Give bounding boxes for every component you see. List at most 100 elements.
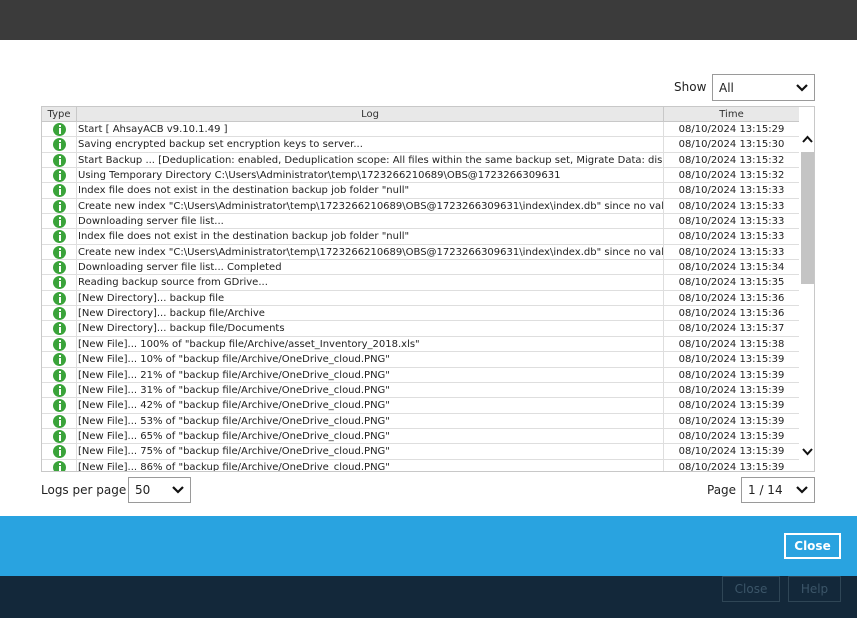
info-icon bbox=[53, 445, 66, 458]
info-icon bbox=[53, 430, 66, 443]
info-icon bbox=[53, 276, 66, 289]
log-time-cell: 08/10/2024 13:15:33 bbox=[664, 214, 799, 229]
scrollbar-thumb[interactable] bbox=[801, 152, 814, 284]
log-time-cell: 08/10/2024 13:15:38 bbox=[664, 337, 799, 352]
column-header-time[interactable]: Time bbox=[664, 107, 799, 122]
table-row[interactable]: [New File]... 42% of "backup file/Archiv… bbox=[42, 398, 799, 413]
column-header-log[interactable]: Log bbox=[77, 107, 664, 122]
background-help-button: Help bbox=[788, 576, 841, 602]
log-message-cell: Using Temporary Directory C:\Users\Admin… bbox=[77, 168, 664, 183]
log-time-cell: 08/10/2024 13:15:36 bbox=[664, 306, 799, 321]
info-icon bbox=[53, 415, 66, 428]
log-message-cell: [New File]... 65% of "backup file/Archiv… bbox=[77, 429, 664, 444]
table-row[interactable]: Downloading server file list... Complete… bbox=[42, 260, 799, 275]
logs-per-page-select[interactable]: 50 bbox=[128, 477, 191, 503]
table-row[interactable]: Start [ AhsayACB v9.10.1.49 ]08/10/2024 … bbox=[42, 122, 799, 137]
info-icon bbox=[53, 261, 66, 274]
log-type-cell bbox=[42, 214, 77, 229]
log-type-cell bbox=[42, 306, 77, 321]
scroll-up-icon[interactable] bbox=[802, 135, 813, 143]
info-icon bbox=[53, 154, 66, 167]
info-icon bbox=[53, 461, 66, 472]
window-top-bar bbox=[0, 0, 857, 40]
log-type-cell bbox=[42, 321, 77, 336]
table-row[interactable]: Start Backup ... [Deduplication: enabled… bbox=[42, 153, 799, 168]
table-row[interactable]: [New File]... 75% of "backup file/Archiv… bbox=[42, 444, 799, 459]
log-time-cell: 08/10/2024 13:15:33 bbox=[664, 245, 799, 260]
log-time-cell: 08/10/2024 13:15:39 bbox=[664, 429, 799, 444]
log-message-cell: Start [ AhsayACB v9.10.1.49 ] bbox=[77, 122, 664, 137]
log-message-cell: [New File]... 31% of "backup file/Archiv… bbox=[77, 383, 664, 398]
table-row[interactable]: Index file does not exist in the destina… bbox=[42, 229, 799, 244]
chevron-down-icon bbox=[796, 486, 808, 494]
table-row[interactable]: [New File]... 65% of "backup file/Archiv… bbox=[42, 429, 799, 444]
log-type-cell bbox=[42, 122, 77, 137]
log-time-cell: 08/10/2024 13:15:35 bbox=[664, 275, 799, 290]
logs-per-page-value: 50 bbox=[135, 483, 150, 497]
table-row[interactable]: Create new index "C:\Users\Administrator… bbox=[42, 199, 799, 214]
page-label: Page bbox=[707, 483, 736, 497]
table-row[interactable]: [New File]... 31% of "backup file/Archiv… bbox=[42, 383, 799, 398]
log-time-cell: 08/10/2024 13:15:33 bbox=[664, 229, 799, 244]
log-type-cell bbox=[42, 352, 77, 367]
table-row[interactable]: Index file does not exist in the destina… bbox=[42, 183, 799, 198]
table-row[interactable]: [New File]... 100% of "backup file/Archi… bbox=[42, 337, 799, 352]
log-message-cell: Create new index "C:\Users\Administrator… bbox=[77, 199, 664, 214]
log-message-cell: Downloading server file list... bbox=[77, 214, 664, 229]
info-icon bbox=[53, 169, 66, 182]
table-row[interactable]: [New Directory]... backup file/Documents… bbox=[42, 321, 799, 336]
table-row[interactable]: Reading backup source from GDrive...08/1… bbox=[42, 275, 799, 290]
log-message-cell: [New File]... 100% of "backup file/Archi… bbox=[77, 337, 664, 352]
log-type-cell bbox=[42, 414, 77, 429]
logs-per-page-label: Logs per page bbox=[41, 483, 126, 497]
info-icon bbox=[53, 215, 66, 228]
log-time-cell: 08/10/2024 13:15:39 bbox=[664, 352, 799, 367]
log-type-cell bbox=[42, 275, 77, 290]
table-body: Start [ AhsayACB v9.10.1.49 ] 08/10/2024 … bbox=[42, 122, 799, 472]
log-time-cell: 08/10/2024 13:15:32 bbox=[664, 168, 799, 183]
log-message-cell: Index file does not exist in the destina… bbox=[77, 229, 664, 244]
info-icon bbox=[53, 138, 66, 151]
log-time-cell: 08/10/2024 13:15:39 bbox=[664, 414, 799, 429]
log-type-cell bbox=[42, 153, 77, 168]
log-type-cell bbox=[42, 229, 77, 244]
log-time-cell: 08/10/2024 13:15:39 bbox=[664, 383, 799, 398]
table-row[interactable]: Using Temporary Directory C:\Users\Admin… bbox=[42, 168, 799, 183]
close-button[interactable]: Close bbox=[784, 533, 841, 559]
table-row[interactable]: [New File]... 53% of "backup file/Archiv… bbox=[42, 414, 799, 429]
table-row[interactable]: [New Directory]... backup file08/10/2024… bbox=[42, 291, 799, 306]
log-type-cell bbox=[42, 368, 77, 383]
table-row[interactable]: [New File]... 21% of "backup file/Archiv… bbox=[42, 368, 799, 383]
log-time-cell: 08/10/2024 13:15:33 bbox=[664, 183, 799, 198]
log-type-cell bbox=[42, 183, 77, 198]
log-type-cell bbox=[42, 383, 77, 398]
table-row[interactable]: [New File]... 86% of "backup file/Archiv… bbox=[42, 460, 799, 472]
log-type-cell bbox=[42, 260, 77, 275]
table-row[interactable]: Create new index "C:\Users\Administrator… bbox=[42, 245, 799, 260]
column-header-type[interactable]: Type bbox=[42, 107, 77, 122]
log-time-cell: 08/10/2024 13:15:39 bbox=[664, 368, 799, 383]
show-filter-label: Show bbox=[674, 80, 706, 94]
log-time-cell: 08/10/2024 13:15:39 bbox=[664, 398, 799, 413]
log-message-cell: Downloading server file list... Complete… bbox=[77, 260, 664, 275]
table-row[interactable]: Saving encrypted backup set encryption k… bbox=[42, 137, 799, 152]
show-filter-select[interactable]: All bbox=[712, 74, 815, 101]
log-message-cell: [New File]... 10% of "backup file/Archiv… bbox=[77, 352, 664, 367]
table-row[interactable]: Downloading server file list...08/10/202… bbox=[42, 214, 799, 229]
log-time-cell: 08/10/2024 13:15:37 bbox=[664, 321, 799, 336]
info-icon bbox=[53, 292, 66, 305]
log-type-cell bbox=[42, 444, 77, 459]
page-select[interactable]: 1 / 14 bbox=[741, 477, 815, 503]
vertical-scrollbar[interactable] bbox=[799, 107, 815, 472]
log-message-cell: Index file does not exist in the destina… bbox=[77, 183, 664, 198]
table-row[interactable]: [New Directory]... backup file/Archive08… bbox=[42, 306, 799, 321]
log-message-cell: [New File]... 21% of "backup file/Archiv… bbox=[77, 368, 664, 383]
chevron-down-icon bbox=[172, 486, 184, 494]
scroll-down-icon[interactable] bbox=[802, 448, 813, 456]
table-row[interactable]: [New File]... 10% of "backup file/Archiv… bbox=[42, 352, 799, 367]
info-icon bbox=[53, 369, 66, 382]
log-type-cell bbox=[42, 245, 77, 260]
log-message-cell: Create new index "C:\Users\Administrator… bbox=[77, 245, 664, 260]
log-message-cell: Reading backup source from GDrive... bbox=[77, 275, 664, 290]
log-time-cell: 08/10/2024 13:15:39 bbox=[664, 460, 799, 472]
